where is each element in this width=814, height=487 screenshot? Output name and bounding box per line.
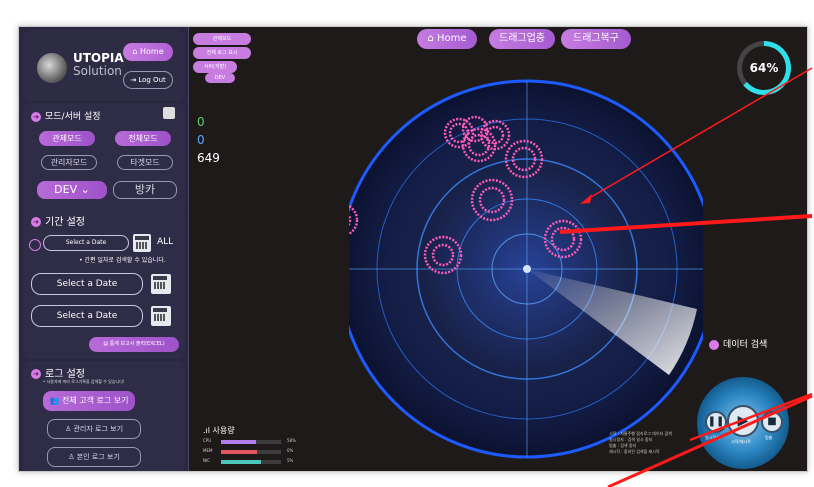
main-area: 관제모드 전체 로그 표시 서버(개발) DEV ⌂ Home 드래그업층 드래… [189, 27, 807, 471]
period-hint: • 간편 일자로 검색할 수 있습니다. [79, 257, 166, 264]
date-to-field[interactable]: Select a Date [31, 305, 143, 327]
logo-subtitle: Solution [73, 64, 122, 78]
log-button-admin[interactable]: ♙ 관리자 로그 보기 [47, 419, 141, 439]
mode-button-admin[interactable]: 관리자모드 [41, 155, 97, 170]
play-label: 시작/재시작 [731, 439, 751, 444]
counter-green: 0 [197, 115, 205, 129]
calendar-icon[interactable] [133, 234, 151, 252]
arrow-icon: ➔ [31, 369, 41, 379]
drag-restore-button[interactable]: 드래그복구 [561, 29, 631, 49]
calendar-icon[interactable] [151, 306, 171, 326]
radar-center [523, 265, 531, 273]
usage-bar: NIC 5% [203, 458, 294, 464]
sidebar: UTOPIA Solution ⌂ Home ⇥ Log Out ➔ 모드/서버 … [19, 27, 189, 471]
counter-total: 649 [197, 151, 220, 165]
radar-display [349, 79, 703, 459]
mini-menu-item[interactable]: 서버(개발) [193, 61, 237, 73]
server2-select[interactable]: 방카 [113, 181, 177, 199]
mode-button-monitor[interactable]: 관제모드 [39, 131, 95, 146]
globe-logo-icon [37, 53, 67, 83]
logout-button[interactable]: ⇥ Log Out [123, 71, 173, 89]
home-label: Home [140, 47, 164, 56]
log-section-title: ➔ 로그 설정 [31, 365, 85, 380]
home-button[interactable]: ⌂ Home [123, 43, 173, 61]
app-window: UTOPIA Solution ⌂ Home ⇥ Log Out ➔ 모드/서버 … [18, 26, 808, 472]
stop-label: 멈춤 [765, 435, 773, 440]
usage-bar: MEM 0% [203, 448, 294, 454]
export-excel-button[interactable]: ▤ 통계 보고서 출력(EXCEL) [89, 337, 179, 352]
mode-section-title: ➔ 모드/서버 설정 [31, 109, 101, 122]
log-button-all-customers[interactable]: 👥 전체 고객 로그 보기 [43, 391, 135, 411]
counter-blue: 0 [197, 133, 205, 147]
period-panel: ➔ 기간 설정 Select a Date ALL • 간편 일자로 검색할 수 … [23, 207, 185, 359]
all-label[interactable]: ALL [157, 237, 173, 247]
mode-button-target[interactable]: 타겟모드 [117, 155, 173, 170]
data-search-label: 데이터 검색 [709, 337, 767, 350]
progress-gauge: 64% [737, 41, 791, 95]
arrow-icon: ➔ [31, 111, 41, 122]
arrow-icon: ➔ [31, 217, 41, 227]
usage-title: .ıl 사용량 [203, 426, 235, 435]
log-panel: ➔ 로그 설정 • 사용자에 따라 로그기록을 검색할 수 있습니다! 👥 전체 … [23, 361, 185, 471]
period-section-title: ➔ 기간 설정 [31, 213, 85, 228]
stop-button[interactable]: ■ [761, 411, 783, 433]
pause-button[interactable]: ❚❚ [705, 411, 727, 433]
mini-menu-item[interactable]: DEV [205, 73, 235, 83]
mode-button-all[interactable]: 전체모드 [115, 131, 171, 146]
search-icon [29, 239, 41, 251]
date-from-field[interactable]: Select a Date [31, 273, 143, 295]
top-home-button[interactable]: ⌂ Home [417, 29, 477, 49]
play-button[interactable]: ▶ [727, 405, 759, 437]
player-control: ❚❚ ▶ ■ 일시정지 시작/재시작 멈춤 [697, 377, 789, 469]
mini-menu-item[interactable]: 관제모드 [193, 33, 251, 45]
usage-panel: .ıl 사용량 CPU 58% MEM 0% NIC 5% [203, 425, 333, 466]
player-notes: 시작 : 자율주행 접속로그 데이터 검색 일시정지 : 검색 일시 중지 멈춤… [609, 431, 672, 454]
server-select[interactable]: DEV ⌄ [37, 181, 107, 199]
logout-label: Log Out [138, 76, 166, 84]
arrow-icon [709, 339, 719, 350]
gauge-label: 64% [742, 46, 786, 90]
usage-bar: CPU 58% [203, 438, 296, 444]
calendar-icon[interactable] [151, 274, 171, 294]
settings-icon[interactable] [163, 107, 175, 119]
signal-bars-icon: .ıl [203, 426, 213, 435]
logo-title: UTOPIA [73, 51, 124, 65]
quick-date-field[interactable]: Select a Date [43, 235, 129, 251]
log-hint: • 사용자에 따라 로그기록을 검색할 수 있습니다! [43, 379, 125, 384]
pause-label: 일시정지 [705, 435, 720, 440]
drag-up-button[interactable]: 드래그업층 [489, 29, 555, 49]
mini-menu-item[interactable]: 전체 로그 표시 [193, 47, 251, 59]
logo-panel: UTOPIA Solution ⌂ Home ⇥ Log Out [23, 29, 185, 101]
log-button-self[interactable]: ♙ 본인 로그 보기 [47, 447, 141, 467]
